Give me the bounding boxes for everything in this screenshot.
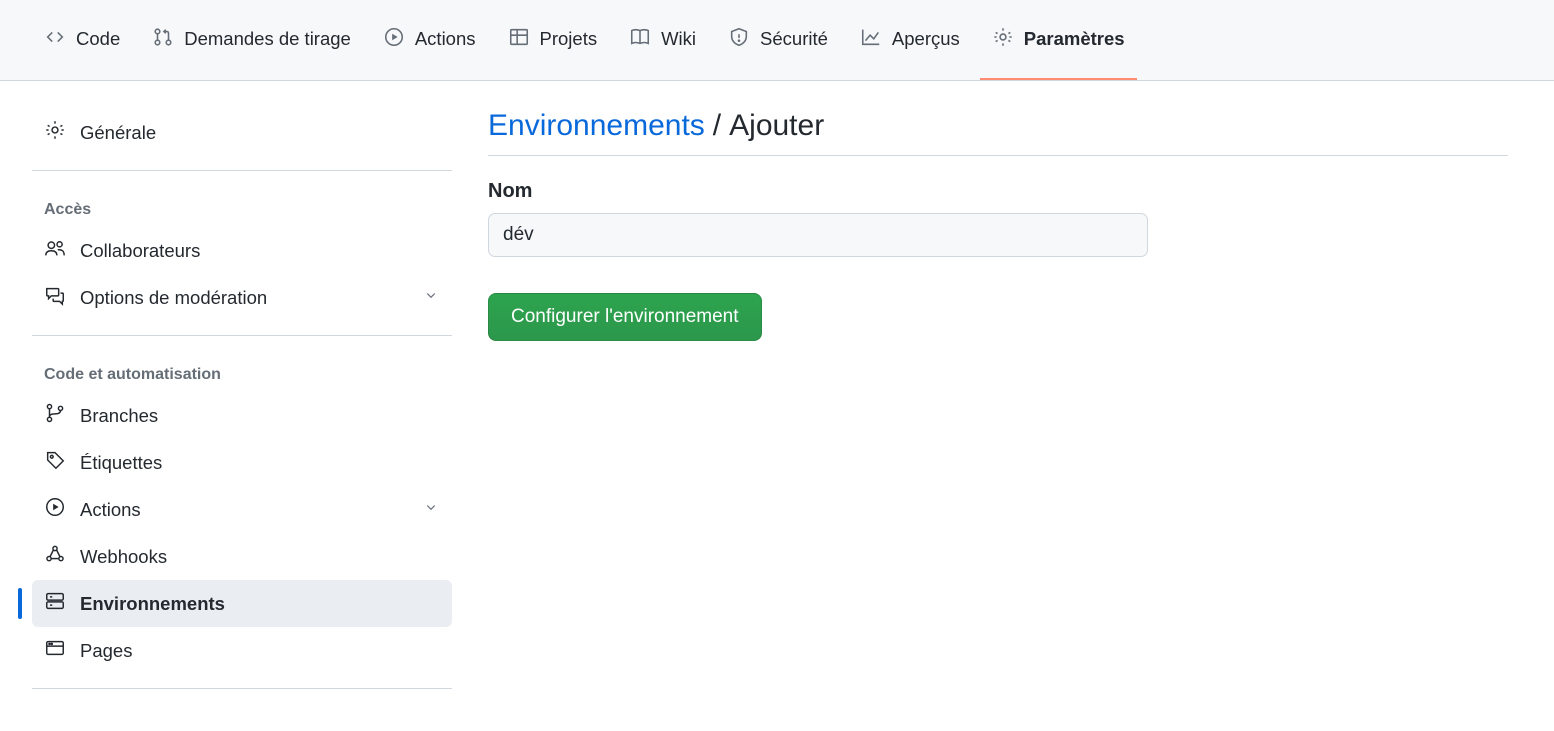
sidebar-item-collaborators[interactable]: Collaborateurs <box>32 227 452 274</box>
chevron-down-icon <box>422 498 440 521</box>
sidebar-item-label: Collaborateurs <box>80 240 200 262</box>
tab-pulls[interactable]: Demandes de tirage <box>140 0 363 80</box>
tab-security[interactable]: Sécurité <box>716 0 840 80</box>
sidebar-item-label: Pages <box>80 640 132 662</box>
breadcrumb-parent-link[interactable]: Environnements <box>488 109 705 143</box>
gear-icon <box>44 119 66 146</box>
sidebar-item-label: Environnements <box>80 593 225 615</box>
tab-code[interactable]: Code <box>32 0 132 80</box>
settings-sidebar: Générale Accès Collaborateurs Options de… <box>32 109 452 703</box>
people-icon <box>44 237 66 264</box>
git-branch-icon <box>44 402 66 429</box>
tab-wiki-label: Wiki <box>661 28 696 50</box>
sidebar-item-label: Webhooks <box>80 546 167 568</box>
sidebar-item-pages[interactable]: Pages <box>32 627 452 674</box>
tab-actions-label: Actions <box>415 28 476 50</box>
divider <box>32 170 452 171</box>
git-pull-request-icon <box>152 26 174 53</box>
tab-settings[interactable]: Paramètres <box>980 0 1137 80</box>
book-icon <box>629 26 651 53</box>
divider <box>32 688 452 689</box>
tab-actions[interactable]: Actions <box>371 0 488 80</box>
breadcrumb-separator: / <box>713 109 721 143</box>
configure-environment-button[interactable]: Configurer l'environnement <box>488 293 762 341</box>
sidebar-item-tags[interactable]: Étiquettes <box>32 439 452 486</box>
tab-security-label: Sécurité <box>760 28 828 50</box>
page-title: Environnements / Ajouter <box>488 109 1508 156</box>
tab-projects[interactable]: Projets <box>496 0 610 80</box>
tab-wiki[interactable]: Wiki <box>617 0 708 80</box>
sidebar-item-label: Options de modération <box>80 287 267 309</box>
divider <box>32 335 452 336</box>
environment-name-input[interactable] <box>488 213 1148 257</box>
server-icon <box>44 590 66 617</box>
gear-icon <box>992 26 1014 53</box>
sidebar-item-label: Générale <box>80 122 156 144</box>
tab-pulls-label: Demandes de tirage <box>184 28 351 50</box>
table-icon <box>508 26 530 53</box>
repo-tabs: Code Demandes de tirage Actions Projets … <box>0 0 1554 81</box>
webhook-icon <box>44 543 66 570</box>
tab-settings-label: Paramètres <box>1024 28 1125 50</box>
graph-icon <box>860 26 882 53</box>
sidebar-item-label: Actions <box>80 499 141 521</box>
main-content: Environnements / Ajouter Nom Configurer … <box>488 109 1508 703</box>
sidebar-section-code-auto: Code et automatisation <box>32 350 452 392</box>
tab-insights-label: Aperçus <box>892 28 960 50</box>
sidebar-item-general[interactable]: Générale <box>32 109 452 156</box>
comment-discussion-icon <box>44 284 66 311</box>
sidebar-item-environments[interactable]: Environnements <box>32 580 452 627</box>
tab-insights[interactable]: Aperçus <box>848 0 972 80</box>
sidebar-item-label: Branches <box>80 405 158 427</box>
breadcrumb-current: Ajouter <box>729 109 824 143</box>
name-field-label: Nom <box>488 180 1508 203</box>
sidebar-section-access: Accès <box>32 185 452 227</box>
tag-icon <box>44 449 66 476</box>
code-icon <box>44 26 66 53</box>
sidebar-item-moderation[interactable]: Options de modération <box>32 274 452 321</box>
browser-icon <box>44 637 66 664</box>
sidebar-item-label: Étiquettes <box>80 452 162 474</box>
play-circle-icon <box>383 26 405 53</box>
tab-code-label: Code <box>76 28 120 50</box>
chevron-down-icon <box>422 286 440 309</box>
sidebar-item-webhooks[interactable]: Webhooks <box>32 533 452 580</box>
play-circle-icon <box>44 496 66 523</box>
sidebar-item-actions[interactable]: Actions <box>32 486 452 533</box>
shield-icon <box>728 26 750 53</box>
tab-projects-label: Projets <box>540 28 598 50</box>
sidebar-item-branches[interactable]: Branches <box>32 392 452 439</box>
